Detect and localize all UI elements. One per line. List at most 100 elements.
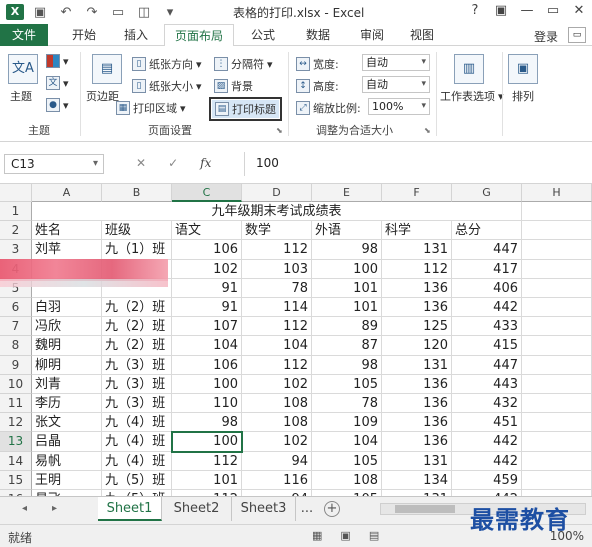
row-header[interactable]: 2 <box>0 221 32 241</box>
table-cell[interactable]: 125 <box>382 317 452 337</box>
column-title-cell[interactable]: 总分 <box>452 221 522 241</box>
table-cell[interactable]: 459 <box>452 470 522 490</box>
width-combo[interactable]: 自动 <box>362 54 430 71</box>
row-header[interactable]: 13 <box>0 432 32 452</box>
customize-icon[interactable]: ▾ <box>162 5 178 20</box>
table-cell[interactable]: 九（1）班 <box>102 240 172 260</box>
table-cell[interactable]: 112 <box>242 355 312 375</box>
column-title-cell[interactable]: 科学 <box>382 221 452 241</box>
height-combo[interactable]: 自动 <box>362 76 430 93</box>
table-cell[interactable]: 87 <box>312 336 382 356</box>
row-header[interactable]: 3 <box>0 240 32 260</box>
column-title-cell[interactable]: 语文 <box>172 221 242 241</box>
table-cell[interactable]: 101 <box>312 298 382 318</box>
table-cell[interactable]: 九（4）班 <box>102 413 172 433</box>
cancel-icon[interactable]: ✕ <box>136 156 146 170</box>
column-header[interactable]: G <box>452 184 522 202</box>
page-layout-view-icon[interactable]: ▣ <box>340 529 350 542</box>
tab-file[interactable]: 文件 <box>0 24 48 46</box>
table-cell[interactable]: 78 <box>312 394 382 414</box>
table-cell[interactable]: 九（4）班 <box>102 432 172 452</box>
margins-button[interactable]: 页边距 <box>86 88 119 104</box>
table-cell[interactable] <box>522 298 592 318</box>
table-cell[interactable]: 108 <box>242 413 312 433</box>
table-cell[interactable]: 105 <box>312 451 382 471</box>
column-title-cell[interactable]: 数学 <box>242 221 312 241</box>
table-cell[interactable]: 136 <box>382 394 452 414</box>
table-cell[interactable]: 110 <box>172 394 242 414</box>
save-icon[interactable]: ▣ <box>32 5 48 20</box>
table-cell[interactable]: 112 <box>172 451 242 471</box>
table-cell[interactable]: 98 <box>312 240 382 260</box>
row-header[interactable]: 7 <box>0 317 32 337</box>
page-setup-launcher-icon[interactable]: ⬊ <box>276 126 283 135</box>
sheet-options-icon[interactable]: ▥ <box>454 54 484 84</box>
table-cell[interactable]: 442 <box>452 451 522 471</box>
table-cell[interactable] <box>522 278 592 298</box>
table-cell[interactable]: 91 <box>172 298 242 318</box>
name-box[interactable]: C13 <box>4 154 104 174</box>
table-cell[interactable]: 104 <box>312 432 382 452</box>
table-cell[interactable] <box>522 451 592 471</box>
table-cell[interactable] <box>522 317 592 337</box>
table-cell[interactable]: 417 <box>452 259 522 279</box>
table-cell[interactable]: 101 <box>172 470 242 490</box>
row-header[interactable]: 10 <box>0 374 32 394</box>
table-cell[interactable]: 443 <box>452 374 522 394</box>
column-title-cell[interactable] <box>522 221 592 241</box>
sheet-tab-2[interactable]: Sheet2 <box>162 497 232 521</box>
table-cell[interactable] <box>522 355 592 375</box>
table-cell[interactable]: 100 <box>172 374 242 394</box>
table-cell[interactable]: 136 <box>382 298 452 318</box>
table-cell[interactable]: 415 <box>452 336 522 356</box>
table-cell[interactable]: 112 <box>382 259 452 279</box>
table-cell[interactable]: 136 <box>382 432 452 452</box>
table-cell[interactable]: 刘青 <box>32 374 102 394</box>
print-titles-button[interactable]: ▤ 打印标题 <box>209 97 282 121</box>
table-cell[interactable]: 136 <box>382 374 452 394</box>
table-cell[interactable]: 442 <box>452 432 522 452</box>
undo-icon[interactable]: ↶ <box>58 5 74 20</box>
breaks-button[interactable]: ⋮ 分隔符 ▾ <box>214 56 273 72</box>
column-header[interactable]: E <box>312 184 382 202</box>
table-cell[interactable] <box>522 470 592 490</box>
column-header[interactable]: H <box>522 184 592 202</box>
table-cell[interactable]: 104 <box>172 336 242 356</box>
table-cell[interactable]: 九（4）班 <box>102 451 172 471</box>
table-cell[interactable]: 447 <box>452 240 522 260</box>
table-cell[interactable] <box>522 240 592 260</box>
table-cell[interactable]: 100 <box>312 259 382 279</box>
tab-review[interactable]: 审阅 <box>350 24 394 46</box>
table-cell[interactable]: 九（2）班 <box>102 336 172 356</box>
table-cell[interactable]: 冯欣 <box>32 317 102 337</box>
table-cell[interactable]: 120 <box>382 336 452 356</box>
table-cell[interactable]: 王明 <box>32 470 102 490</box>
select-all-corner[interactable] <box>0 184 32 202</box>
table-cell[interactable]: 104 <box>242 336 312 356</box>
row-header[interactable]: 14 <box>0 451 32 471</box>
table-cell[interactable]: 吕晶 <box>32 432 102 452</box>
effects-button[interactable]: ● ▾ <box>46 98 69 112</box>
tab-home[interactable]: 开始 <box>60 24 108 46</box>
themes-button[interactable]: 主题 <box>10 88 32 104</box>
table-cell[interactable]: 102 <box>242 432 312 452</box>
sheet-tab-1[interactable]: Sheet1 <box>98 497 162 521</box>
scale-launcher-icon[interactable]: ⬊ <box>424 126 431 135</box>
table-cell[interactable] <box>522 336 592 356</box>
page-break-view-icon[interactable]: ▤ <box>369 529 379 542</box>
margins-icon[interactable]: ▤ <box>92 54 122 84</box>
table-cell[interactable]: 131 <box>382 240 452 260</box>
fonts-button[interactable]: 文 ▾ <box>46 76 69 90</box>
more-sheets-button[interactable]: ... <box>296 497 318 521</box>
table-cell[interactable]: 98 <box>312 355 382 375</box>
help-icon[interactable]: ? <box>462 0 488 24</box>
table-cell[interactable]: 白羽 <box>32 298 102 318</box>
scrollbar-thumb[interactable] <box>395 505 455 513</box>
tab-formulas[interactable]: 公式 <box>240 24 286 46</box>
table-cell[interactable]: 102 <box>242 374 312 394</box>
size-button[interactable]: ▯ 纸张大小 ▾ <box>132 78 202 94</box>
orientation-button[interactable]: ▯ 纸张方向 ▾ <box>132 56 202 72</box>
row-header[interactable]: 11 <box>0 394 32 414</box>
add-sheet-button[interactable]: + <box>324 501 340 517</box>
table-cell[interactable]: 九（2）班 <box>102 317 172 337</box>
